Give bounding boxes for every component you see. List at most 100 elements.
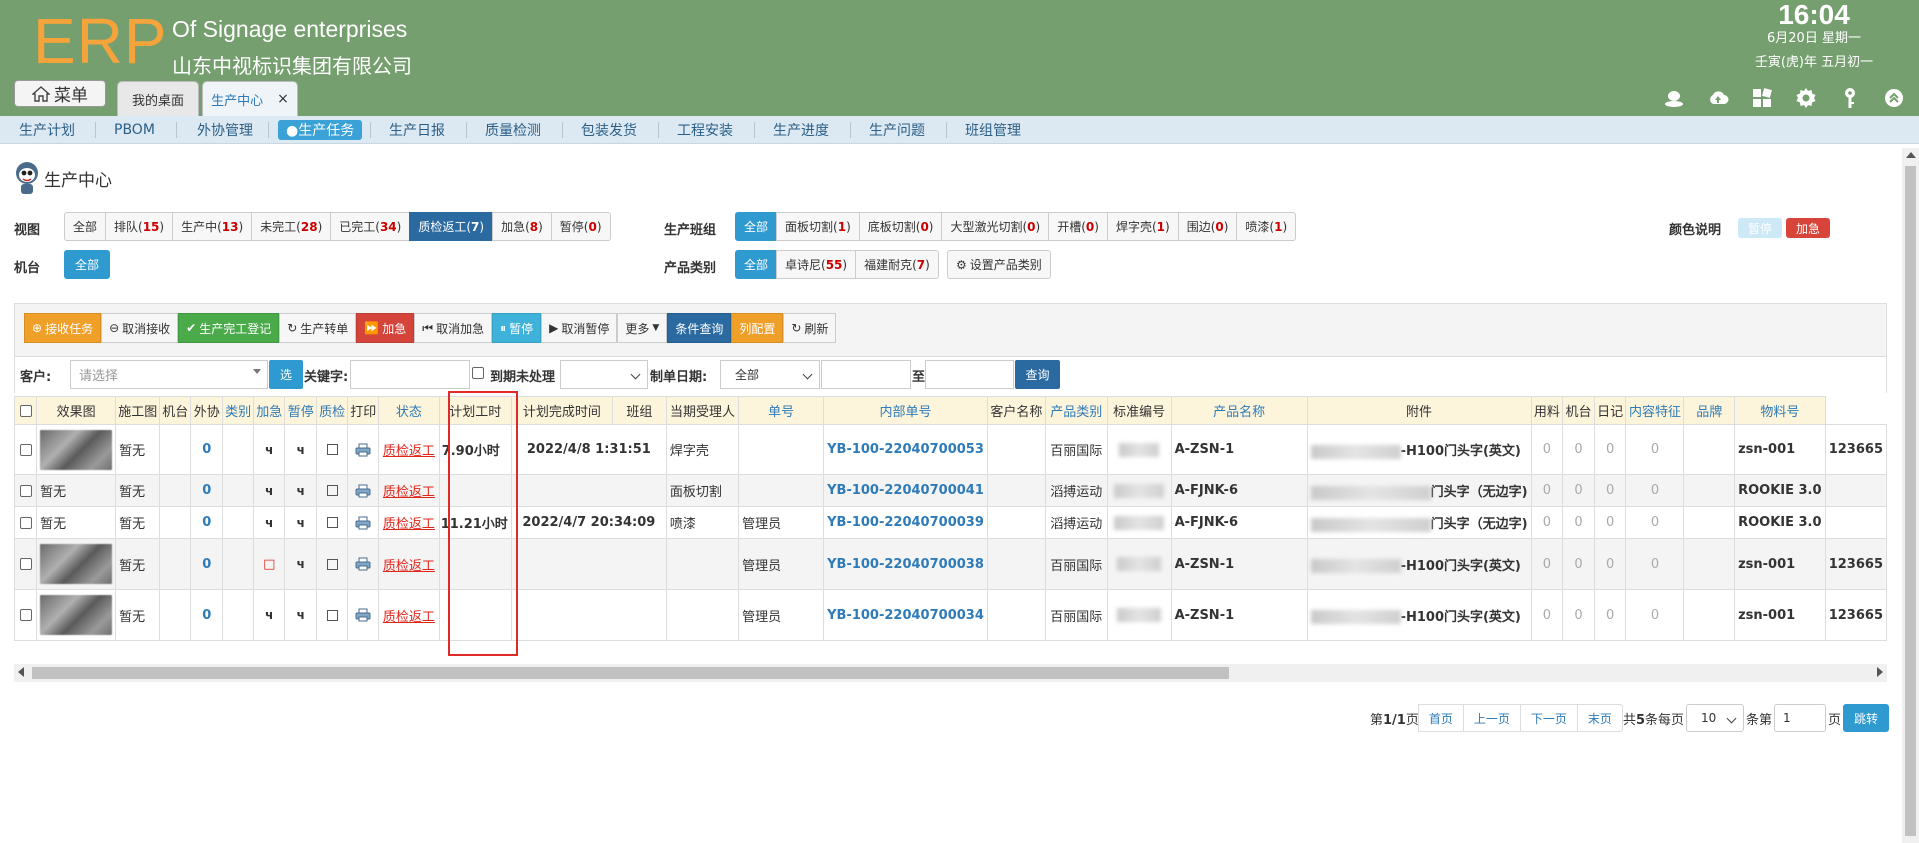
machine-count[interactable]: 0 [1593, 589, 1627, 641]
transfer-order-button[interactable]: ↻ 生产转单 [279, 313, 357, 343]
outsourcing-count[interactable]: 0 [190, 424, 224, 475]
tab-production-center[interactable]: 生产中心 × [202, 81, 298, 116]
query-button[interactable]: 查询 [1015, 360, 1060, 389]
date-start-input[interactable] [821, 360, 911, 389]
nav-installation[interactable]: 工程安装 [677, 120, 733, 140]
effect-thumbnail[interactable] [36, 589, 117, 641]
attachment-count[interactable]: 0 [1530, 474, 1564, 507]
nav-production-plan[interactable]: 生产计划 [19, 120, 75, 140]
effect-thumbnail[interactable] [36, 538, 117, 590]
horizontal-scrollbar[interactable] [14, 664, 1887, 682]
urgent-toggle[interactable]: ч [253, 506, 286, 539]
view-paused[interactable]: 暂停(0) [550, 212, 611, 241]
gear-icon[interactable] [1793, 86, 1819, 110]
col-product-category[interactable]: 产品类别 [1044, 396, 1108, 425]
set-category-button[interactable]: ⚙ 设置产品类别 [947, 250, 1051, 279]
jump-button[interactable]: 跳转 [1843, 704, 1890, 732]
cancel-receive-button[interactable]: ⊖ 取消接收 [101, 313, 179, 343]
diary-count[interactable]: 0 [1625, 589, 1685, 641]
view-all[interactable]: 全部 [64, 212, 107, 241]
nav-pbom[interactable]: PBOM [114, 120, 155, 140]
diary-count[interactable]: 0 [1625, 424, 1685, 475]
col-urgent[interactable]: 加急 [253, 396, 286, 425]
qc-checkbox[interactable] [316, 474, 349, 507]
page-size-select[interactable]: 10 [1686, 704, 1745, 732]
page-number-input[interactable]: 1 [1774, 704, 1827, 732]
scroll-up-icon[interactable] [1906, 152, 1916, 158]
status-cell[interactable]: 质检返工 [378, 589, 440, 641]
cloud-icon[interactable] [1705, 86, 1731, 110]
scroll-right-icon[interactable] [1877, 667, 1883, 677]
customer-pick-button[interactable]: 选 [269, 360, 303, 389]
nav-production-issues[interactable]: 生产问题 [869, 120, 925, 140]
urgent-toggle[interactable]: □ [253, 538, 286, 590]
key-icon[interactable] [1837, 86, 1863, 110]
pause-toggle[interactable]: ч [284, 506, 318, 539]
col-category[interactable]: 类别 [222, 396, 255, 425]
machine-count[interactable]: 0 [1593, 538, 1627, 590]
printer-icon[interactable] [347, 589, 380, 641]
row-checkbox[interactable] [14, 506, 38, 539]
vertical-scroll-thumb[interactable] [1905, 166, 1916, 836]
vertical-scrollbar[interactable] [1902, 148, 1919, 843]
col-order-no[interactable]: 单号 [738, 396, 825, 425]
pause-toggle[interactable]: ч [284, 474, 318, 507]
diary-count[interactable]: 0 [1625, 506, 1685, 539]
order-number-link[interactable]: YB-100-22040700034 [823, 589, 988, 641]
last-page-link[interactable]: 末页 [1576, 704, 1623, 732]
view-finished[interactable]: 已完工(34) [330, 212, 411, 241]
material-count[interactable]: 0 [1562, 506, 1595, 539]
material-count[interactable]: 0 [1562, 538, 1595, 590]
col-brand[interactable]: 品牌 [1683, 396, 1736, 425]
pause-toggle[interactable]: ч [284, 538, 318, 590]
printer-icon[interactable] [347, 474, 380, 507]
row-checkbox[interactable] [14, 424, 38, 475]
diary-count[interactable]: 0 [1625, 538, 1685, 590]
col-status[interactable]: 状态 [378, 396, 440, 425]
attachment-count[interactable]: 0 [1530, 424, 1564, 475]
outsourcing-count[interactable]: 0 [190, 506, 224, 539]
first-page-link[interactable]: 首页 [1417, 704, 1464, 732]
date-range-select[interactable]: 全部 [720, 360, 820, 389]
qc-checkbox[interactable] [316, 589, 349, 641]
team-panel-cut[interactable]: 面板切割(1) [776, 212, 860, 241]
attachment-count[interactable]: 0 [1530, 506, 1564, 539]
overdue-checkbox[interactable] [472, 367, 484, 379]
material-count[interactable]: 0 [1562, 474, 1595, 507]
category-fujian-nike[interactable]: 福建耐克(7) [855, 250, 939, 279]
machine-count[interactable]: 0 [1593, 474, 1627, 507]
outsourcing-count[interactable]: 0 [190, 538, 224, 590]
status-cell[interactable]: 质检返工 [378, 506, 440, 539]
horizontal-scroll-thumb[interactable] [32, 667, 1229, 679]
row-checkbox[interactable] [14, 589, 38, 641]
status-cell[interactable]: 质检返工 [378, 474, 440, 507]
column-config-button[interactable]: 列配置 [731, 313, 784, 343]
refresh-button[interactable]: ↻ 刷新 [783, 313, 837, 343]
next-page-link[interactable]: 下一页 [1519, 704, 1578, 732]
pause-toggle[interactable]: ч [284, 589, 318, 641]
team-base-cut[interactable]: 底板切割(0) [858, 212, 943, 241]
nav-production-progress[interactable]: 生产进度 [773, 120, 829, 140]
order-number-link[interactable]: YB-100-22040700053 [823, 424, 988, 475]
row-checkbox[interactable] [14, 538, 38, 590]
condition-query-button[interactable]: 条件查询 [667, 313, 732, 343]
printer-icon[interactable] [347, 424, 380, 475]
table-row[interactable]: 暂无 暂无 0 ч ч 质检返工 面板切割 YB-100-22040700041… [14, 474, 1887, 507]
view-in-production[interactable]: 生产中(13) [172, 212, 253, 241]
apps-icon[interactable] [1749, 86, 1775, 110]
category-all[interactable]: 全部 [735, 250, 778, 279]
urgent-toggle[interactable]: ч [253, 474, 286, 507]
order-number-link[interactable]: YB-100-22040700038 [823, 538, 988, 590]
team-edging[interactable]: 围边(0) [1177, 212, 1238, 241]
col-qc[interactable]: 质检 [316, 396, 349, 425]
outsourcing-count[interactable]: 0 [190, 474, 224, 507]
qc-checkbox[interactable] [316, 506, 349, 539]
nav-quality-check[interactable]: 质量检测 [485, 120, 541, 140]
customer-select[interactable]: 请选择 [70, 360, 268, 389]
effect-thumbnail[interactable] [36, 424, 117, 475]
close-icon[interactable]: × [277, 91, 289, 107]
nav-production-daily[interactable]: 生产日报 [389, 120, 445, 140]
machine-count[interactable]: 0 [1593, 424, 1627, 475]
tab-my-desktop[interactable]: 我的桌面 [117, 81, 199, 116]
table-row[interactable]: 暂无 0 ч ч 质检返工 7.90小时 2022/4/8 1:31:51 焊字… [14, 424, 1887, 475]
